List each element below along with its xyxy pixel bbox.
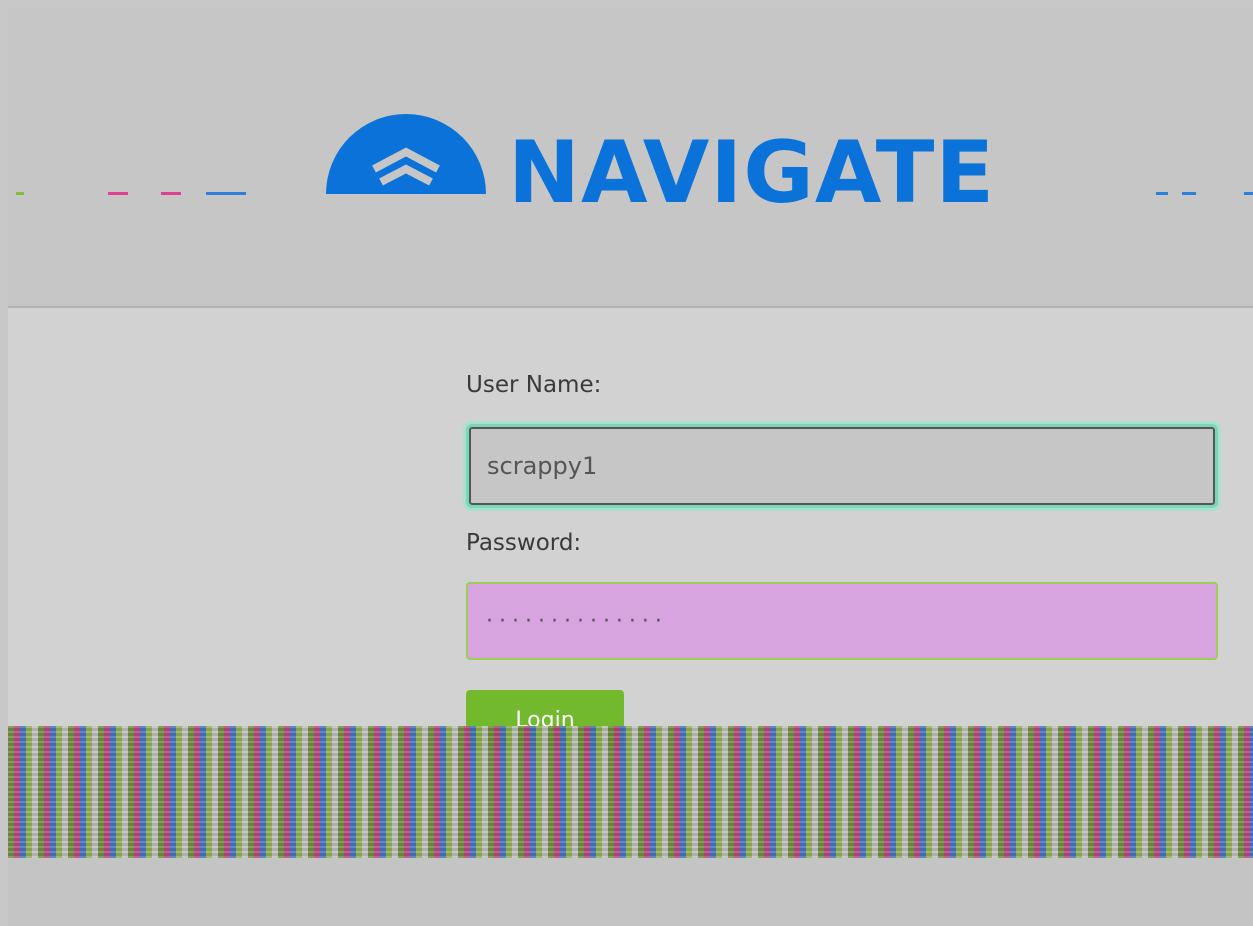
glitch-footer xyxy=(8,726,1253,858)
page-bottom xyxy=(8,858,1253,926)
password-input[interactable] xyxy=(466,582,1218,660)
decorative-divider xyxy=(16,192,246,195)
login-form xyxy=(8,308,1253,728)
brand-wordmark: NAVIGATE xyxy=(508,123,996,223)
username-label: User Name: xyxy=(466,372,602,398)
navigate-logo: NAVIGATE xyxy=(318,110,1078,270)
header: NAVIGATE xyxy=(8,8,1253,308)
username-input[interactable] xyxy=(466,424,1218,508)
chevron-icon xyxy=(326,114,486,194)
password-label: Password: xyxy=(466,530,582,556)
decorative-divider-right xyxy=(1156,192,1253,195)
login-page: NAVIGATE User Name: Password: Login xyxy=(0,0,1253,926)
